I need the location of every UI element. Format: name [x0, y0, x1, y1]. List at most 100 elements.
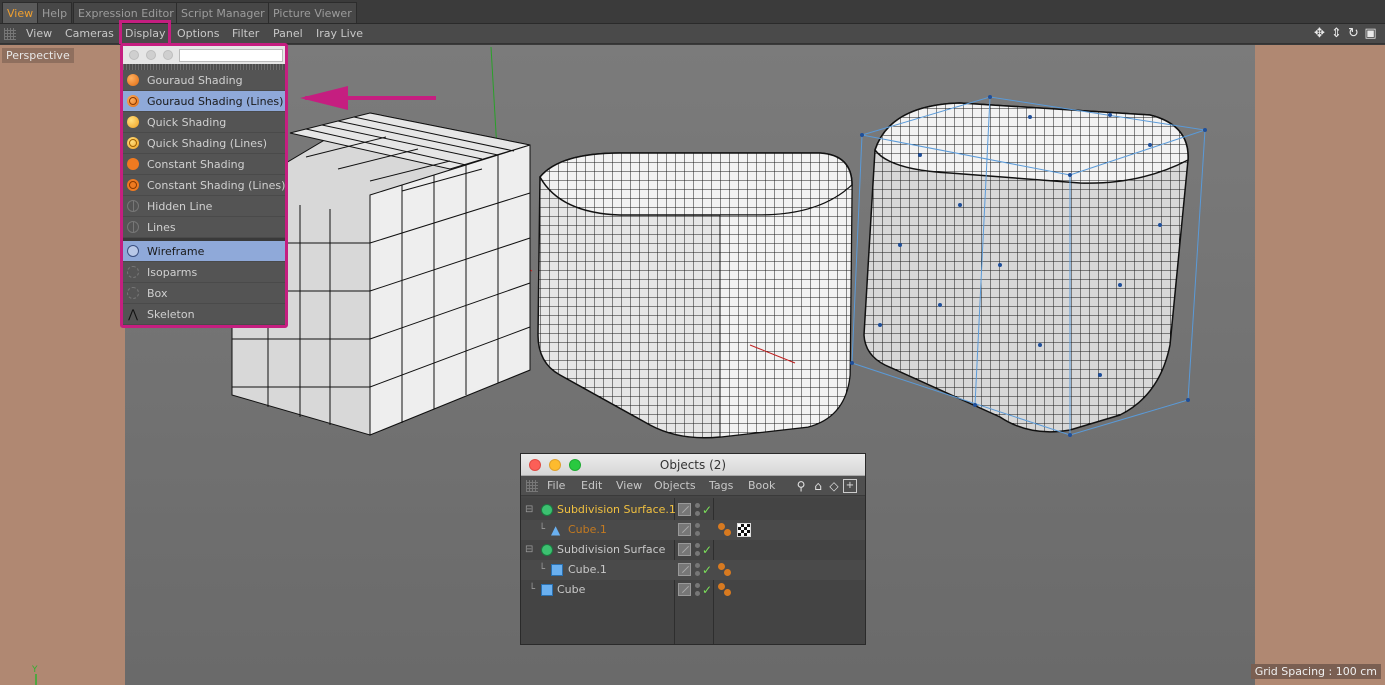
objects-menu-edit[interactable]: Edit [581, 476, 602, 496]
cube-icon [551, 564, 563, 576]
subdivision-surface-icon [541, 544, 553, 556]
close-button[interactable] [529, 459, 541, 471]
menu-item-isoparms[interactable]: Isoparms [123, 262, 285, 283]
objects-title-bar[interactable]: Objects (2) [521, 454, 865, 476]
menu-item-gouraud-shading-lines[interactable]: Gouraud Shading (Lines) [123, 91, 285, 112]
zoom-button[interactable] [569, 459, 581, 471]
menu-options[interactable]: Options [177, 24, 219, 44]
objects-menu-file[interactable]: File [547, 476, 565, 496]
collapse-toggle-icon[interactable]: ⊟ [525, 500, 533, 520]
move-icon[interactable]: ✥ [1313, 26, 1326, 42]
grip-handle[interactable] [4, 28, 16, 40]
grid-spacing-label: Grid Spacing : 100 cm [1250, 664, 1381, 679]
tab-help[interactable]: Help [37, 2, 73, 23]
grip-handle[interactable] [526, 480, 538, 492]
objects-menu-bookmarks[interactable]: Book [748, 476, 775, 496]
menu-cameras[interactable]: Cameras [65, 24, 114, 44]
tree-branch-icon: └ [529, 584, 536, 595]
menu-item-quick-shading[interactable]: Quick Shading [123, 112, 285, 133]
object-row[interactable]: └ Cube ✓ [521, 580, 865, 600]
object-name[interactable]: Cube.1 [568, 560, 607, 580]
phong-tag-icon[interactable] [718, 583, 732, 597]
object-row[interactable]: ⊟ Subdivision Surface ✓ [521, 540, 865, 560]
menu-filter[interactable]: Filter [232, 24, 259, 44]
subdivided-cube-right [850, 95, 1207, 437]
dolly-icon[interactable]: ⇕ [1330, 26, 1343, 42]
menu-search-input[interactable] [179, 49, 283, 62]
visibility-dots-icon[interactable] [695, 583, 700, 597]
navigation-icons: ✥ ⇕ ↻ ▣ [1313, 26, 1377, 42]
enabled-check-icon[interactable]: ✓ [702, 540, 712, 560]
menu-item-wireframe[interactable]: Wireframe [123, 241, 285, 262]
objects-list: ⊟ Subdivision Surface.1 ✓ └ ▲ Cube.1 ⊟ S… [521, 498, 865, 644]
menu-item-hidden-line[interactable]: Hidden Line [123, 196, 285, 217]
visibility-dots-icon[interactable] [695, 543, 700, 557]
visibility-dots-icon[interactable] [695, 503, 700, 517]
phong-tag-icon[interactable] [718, 523, 732, 537]
layer-icon[interactable] [678, 523, 691, 536]
quick-shading-lines-icon [127, 137, 139, 149]
lines-icon [127, 221, 139, 233]
layer-icon[interactable] [678, 583, 691, 596]
menu-item-constant-shading-lines[interactable]: Constant Shading (Lines) [123, 175, 285, 196]
enabled-check-icon[interactable]: ✓ [702, 580, 712, 600]
tree-branch-icon: └ [539, 564, 546, 575]
layer-icon[interactable] [678, 543, 691, 556]
minimize-dot[interactable] [146, 50, 156, 60]
object-name[interactable]: Cube [557, 580, 585, 600]
visibility-dots-icon[interactable] [695, 563, 700, 577]
wireframe-icon [127, 245, 139, 257]
viewport-menu-bar: View Cameras Display Options Filter Pane… [0, 24, 1385, 44]
object-row[interactable]: └ Cube.1 ✓ [521, 560, 865, 580]
axis-y-label: Y [31, 665, 38, 675]
display-dropdown-menu: Gouraud Shading Gouraud Shading (Lines) … [120, 43, 288, 328]
rotate-icon[interactable]: ↻ [1347, 26, 1360, 42]
menu-item-box[interactable]: Box [123, 283, 285, 304]
tab-script-manager[interactable]: Script Manager [176, 2, 270, 23]
display-menu-highlight [119, 20, 171, 44]
objects-menu-view[interactable]: View [616, 476, 642, 496]
menu-item-constant-shading[interactable]: Constant Shading [123, 154, 285, 175]
constant-shading-icon [127, 158, 139, 170]
enabled-check-icon[interactable]: ✓ [702, 500, 712, 520]
collapse-toggle-icon[interactable]: ⊟ [525, 540, 533, 560]
cube-icon [541, 584, 553, 596]
texture-tag-icon[interactable] [737, 523, 751, 537]
object-name[interactable]: Subdivision Surface.1 [557, 500, 676, 520]
search-icon[interactable]: ⚲ [794, 479, 808, 493]
object-name[interactable]: Subdivision Surface [557, 540, 665, 560]
constant-shading-lines-icon [127, 179, 139, 191]
layer-icon[interactable] [678, 563, 691, 576]
layer-icon[interactable] [678, 503, 691, 516]
close-dot[interactable] [129, 50, 139, 60]
home-icon[interactable]: ⌂ [811, 479, 825, 493]
visibility-dots-icon[interactable] [695, 523, 700, 537]
menu-item-gouraud-shading[interactable]: Gouraud Shading [123, 70, 285, 91]
isoparms-icon [127, 266, 139, 278]
enabled-check-icon[interactable]: ✓ [702, 560, 712, 580]
object-row[interactable]: ⊟ Subdivision Surface.1 ✓ [521, 500, 865, 520]
tab-view[interactable]: View [2, 2, 39, 23]
object-row[interactable]: └ ▲ Cube.1 [521, 520, 865, 540]
gouraud-shading-lines-icon [127, 95, 139, 107]
menu-view[interactable]: View [26, 24, 52, 44]
menu-item-lines[interactable]: Lines [123, 217, 285, 238]
minimize-button[interactable] [549, 459, 561, 471]
axis-gizmo: Y Z X [31, 665, 38, 685]
menu-item-quick-shading-lines[interactable]: Quick Shading (Lines) [123, 133, 285, 154]
objects-menu-objects[interactable]: Objects [654, 476, 696, 496]
phong-tag-icon[interactable] [718, 563, 732, 577]
tab-picture-viewer[interactable]: Picture Viewer [268, 2, 357, 23]
hidden-line-icon [127, 200, 139, 212]
zoom-dot[interactable] [163, 50, 173, 60]
eye-icon[interactable]: ◇ [827, 479, 841, 493]
objects-menu-tags[interactable]: Tags [709, 476, 733, 496]
menu-iray-live[interactable]: Iray Live [316, 24, 363, 44]
menu-panel[interactable]: Panel [273, 24, 303, 44]
maximize-icon[interactable]: ▣ [1364, 26, 1377, 42]
menu-item-skeleton[interactable]: ⋀ Skeleton [123, 304, 285, 325]
new-panel-icon[interactable]: + [843, 479, 857, 493]
skeleton-icon: ⋀ [128, 307, 138, 321]
object-name[interactable]: Cube.1 [568, 520, 607, 540]
gouraud-shading-icon [127, 74, 139, 86]
